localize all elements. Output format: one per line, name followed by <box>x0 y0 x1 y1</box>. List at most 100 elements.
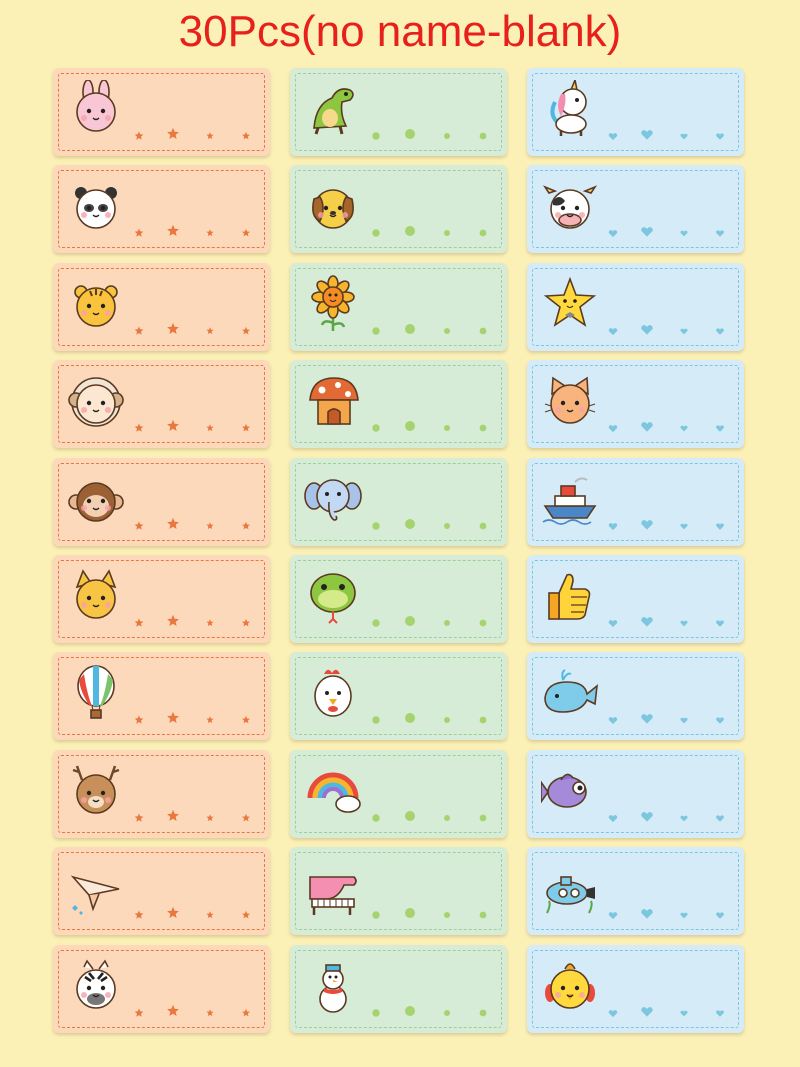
star-decoration <box>134 618 144 627</box>
heart-decoration <box>641 519 653 530</box>
heart-decoration <box>608 1009 618 1017</box>
heart-decoration <box>608 230 618 238</box>
dot-decoration <box>444 425 450 432</box>
heart-decoration <box>680 328 688 335</box>
stars-decoration-row <box>133 219 258 243</box>
dot-decoration <box>444 619 450 626</box>
dot-decoration <box>479 814 487 822</box>
star-decoration <box>206 424 214 432</box>
page-title: 30Pcs(no name-blank) <box>178 7 622 56</box>
heart-decoration <box>716 1009 724 1017</box>
heart-decoration <box>716 425 724 432</box>
cow-icon <box>541 177 599 235</box>
stars-decoration-row <box>133 414 258 438</box>
dot-decoration <box>479 424 487 432</box>
dot-decoration <box>405 129 415 139</box>
star-decoration <box>134 423 144 432</box>
heart-decoration <box>641 422 653 432</box>
dot-decoration <box>479 229 487 237</box>
deer-icon <box>67 762 125 820</box>
heart-decoration <box>680 912 688 919</box>
name-label-sticker <box>290 847 507 936</box>
heart-decoration <box>716 620 724 627</box>
heart-decoration <box>680 620 688 627</box>
rainbow-icon <box>304 762 362 820</box>
piano-icon <box>304 859 362 917</box>
hearts-decoration-row <box>607 609 732 633</box>
dot-decoration <box>444 1009 450 1016</box>
hearts-decoration-row <box>607 512 732 536</box>
hearts-decoration-row <box>607 706 732 730</box>
star-decoration <box>134 910 144 919</box>
star-decoration <box>206 813 214 821</box>
star-decoration <box>134 131 144 140</box>
hearts-decoration-row <box>607 901 732 925</box>
dot-decoration <box>372 716 380 725</box>
star-decoration <box>167 614 179 626</box>
heart-decoration <box>608 425 618 433</box>
dot-decoration <box>444 814 450 821</box>
dot-decoration <box>444 717 450 724</box>
chick-icon <box>541 957 599 1015</box>
paper-plane-icon <box>67 859 125 917</box>
heart-decoration <box>641 324 653 335</box>
dots-decoration-row <box>370 219 495 243</box>
dots-decoration-row <box>370 999 495 1023</box>
name-label-sticker <box>53 847 270 936</box>
star-decoration <box>242 423 250 432</box>
hearts-decoration-row <box>607 317 732 341</box>
name-label-sticker <box>290 554 507 643</box>
dot-decoration <box>479 911 487 919</box>
heart-decoration <box>641 130 653 140</box>
name-label-sticker <box>53 262 270 351</box>
submarine-icon <box>541 859 599 917</box>
name-label-sticker <box>527 262 744 351</box>
name-label-sticker <box>53 652 270 741</box>
name-label-sticker <box>527 360 744 449</box>
ship-icon <box>541 470 599 528</box>
star-decoration <box>206 229 214 237</box>
elephant-icon <box>304 470 362 528</box>
dot-decoration <box>479 522 487 529</box>
dot-decoration <box>372 424 380 432</box>
dot-decoration <box>405 615 415 626</box>
name-label-sticker <box>527 457 744 546</box>
star-decoration <box>206 619 214 627</box>
dot-decoration <box>479 619 487 627</box>
star-decoration <box>167 809 179 821</box>
heart-decoration <box>716 717 724 725</box>
dot-decoration <box>405 421 415 432</box>
cat-icon <box>541 372 599 430</box>
dot-decoration <box>372 619 380 627</box>
heart-decoration <box>608 522 618 530</box>
name-label-sticker <box>53 360 270 449</box>
name-label-sticker <box>53 457 270 546</box>
sheep-icon <box>67 372 125 430</box>
dot-decoration <box>405 518 415 529</box>
name-label-sticker <box>290 360 507 449</box>
dots-decoration-row <box>370 414 495 438</box>
star-decoration <box>242 131 250 140</box>
name-label-sticker <box>53 165 270 254</box>
heart-decoration <box>716 815 724 822</box>
squirrel-icon <box>67 567 125 625</box>
dot-decoration <box>405 1005 415 1016</box>
dot-decoration <box>405 323 415 334</box>
dot-decoration <box>405 713 415 724</box>
dot-decoration <box>372 132 380 140</box>
dot-decoration <box>372 814 380 822</box>
hot-air-balloon-icon <box>67 664 125 722</box>
dots-decoration-row <box>370 317 495 341</box>
dot-decoration <box>372 1008 380 1017</box>
name-label-sticker <box>290 944 507 1033</box>
name-label-sticker <box>290 749 507 838</box>
star-decoration <box>242 910 250 919</box>
name-label-sticker <box>527 749 744 838</box>
panda-icon <box>67 177 125 235</box>
label-sheet <box>53 68 744 1033</box>
dot-decoration <box>372 911 380 919</box>
star-decoration <box>242 326 250 335</box>
star-decoration <box>242 1008 250 1016</box>
heart-decoration <box>608 814 618 822</box>
star-decoration <box>242 229 250 237</box>
